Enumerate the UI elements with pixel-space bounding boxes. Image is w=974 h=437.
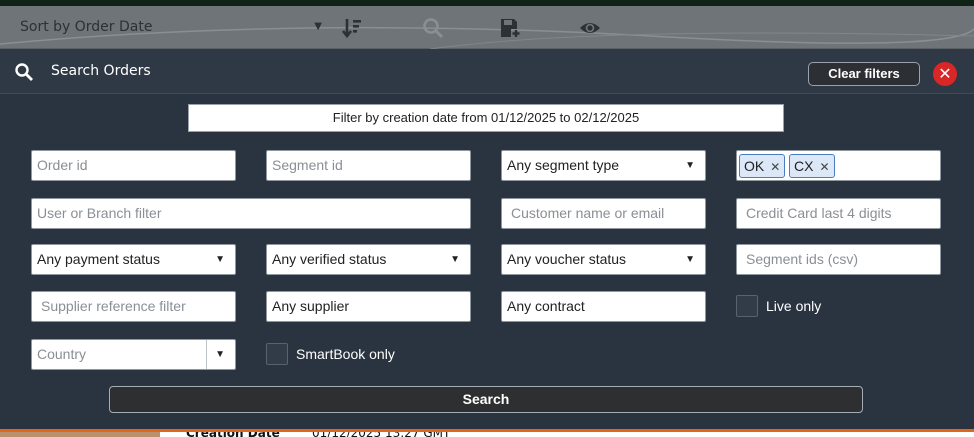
status-multiselect[interactable]: OK ✕ CX ✕ [736, 150, 941, 181]
status-chip-label: CX [794, 158, 814, 174]
sort-select[interactable]: Sort by Order Date ▼ [12, 12, 332, 42]
segment-type-select[interactable]: Any segment type ▼ [501, 150, 706, 181]
chevron-down-icon: ▼ [685, 160, 695, 171]
panel-title: Search Orders [51, 63, 151, 79]
supplier-select[interactable]: Any supplier [266, 291, 471, 322]
chevron-down-icon: ▼ [685, 254, 695, 265]
search-button[interactable]: Search [109, 386, 863, 413]
customer-input[interactable]: Customer name or email [501, 198, 706, 229]
search-orders-panel: Search Orders Clear filters ✕ Filter by … [0, 49, 974, 429]
credit-card-input[interactable]: Credit Card last 4 digits [736, 198, 941, 229]
close-icon[interactable]: ✕ [933, 62, 957, 86]
toolbar: Sort by Order Date ▼ [0, 6, 974, 49]
contract-select[interactable]: Any contract [501, 291, 706, 322]
supplier-reference-input[interactable]: Supplier reference filter [31, 291, 236, 322]
sort-descending-icon[interactable] [340, 16, 364, 40]
voucher-status-select[interactable]: Any voucher status ▼ [501, 244, 706, 275]
payment-status-value: Any payment status [37, 251, 160, 267]
payment-status-select[interactable]: Any payment status ▼ [31, 244, 236, 275]
background-text: Creation Date [186, 429, 280, 437]
search-icon[interactable] [421, 16, 445, 40]
background-page-strip: Creation Date 01/12/2025 13:27 GMT [0, 429, 974, 437]
verified-status-select[interactable]: Any verified status ▼ [266, 244, 471, 275]
smartbook-only-label: SmartBook only [296, 346, 395, 362]
live-only-checkbox[interactable] [736, 295, 758, 317]
clear-filters-button[interactable]: Clear filters [808, 62, 920, 86]
status-chip[interactable]: CX ✕ [789, 154, 835, 178]
remove-chip-icon[interactable]: ✕ [770, 160, 780, 174]
remove-chip-icon[interactable]: ✕ [819, 160, 829, 174]
verified-status-value: Any verified status [272, 251, 387, 267]
segment-type-value: Any segment type [507, 157, 620, 173]
eye-icon[interactable] [578, 16, 602, 40]
background-thumbnail [0, 432, 160, 437]
country-placeholder: Country [37, 346, 87, 362]
select-divider [206, 340, 207, 369]
chevron-down-icon: ▼ [215, 254, 225, 265]
user-branch-input[interactable]: User or Branch filter [31, 198, 471, 229]
date-filter-banner[interactable]: Filter by creation date from 01/12/2025 … [188, 104, 784, 132]
panel-header: Search Orders Clear filters ✕ [0, 49, 974, 94]
status-chip[interactable]: OK ✕ [739, 154, 786, 178]
voucher-status-value: Any voucher status [507, 251, 627, 267]
order-id-input[interactable]: Order id [31, 150, 236, 181]
status-chip-label: OK [744, 158, 765, 174]
chevron-down-icon: ▼ [215, 349, 225, 360]
background-text: 01/12/2025 13:27 GMT [312, 429, 451, 437]
sort-select-label: Sort by Order Date [20, 19, 153, 35]
search-icon [15, 63, 33, 81]
smartbook-only-checkbox[interactable] [266, 343, 288, 365]
segment-id-input[interactable]: Segment id [266, 150, 471, 181]
segment-ids-input[interactable]: Segment ids (csv) [736, 244, 941, 275]
chevron-down-icon: ▼ [314, 21, 322, 32]
country-select[interactable]: Country ▼ [31, 339, 236, 370]
chevron-down-icon: ▼ [450, 254, 460, 265]
save-icon[interactable] [498, 16, 522, 40]
live-only-label: Live only [766, 298, 822, 314]
